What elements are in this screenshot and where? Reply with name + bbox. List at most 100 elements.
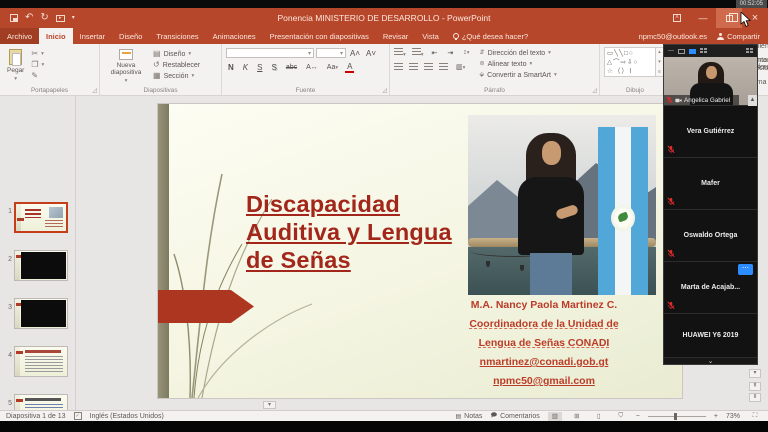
account-email[interactable]: npmc50@outlook.es [639,32,708,41]
speaker-view-icon[interactable] [678,49,685,54]
grow-font-icon[interactable]: A˄ [348,49,362,58]
format-painter-icon[interactable]: ✎ [31,71,38,81]
section-button[interactable]: ▦Sección▾ [153,71,200,81]
fit-to-window-button[interactable]: ⛶ [748,412,762,421]
indent-button[interactable]: ⇥ [445,49,455,57]
participant-tile[interactable]: Mafer [664,157,757,209]
paragraph-dialog-launcher[interactable]: ◿ [592,87,597,94]
slides-group-label: Diapositivas [100,87,221,94]
smartart-button[interactable]: ⬙Convertir a SmartArt▾ [480,70,557,80]
new-slide-button[interactable]: Nueva diapositiva ▾ [104,47,148,86]
char-spacing-button[interactable]: A↔ [304,64,320,71]
font-size-combo[interactable]: ▾ [316,48,346,58]
minimize-button[interactable]: — [690,8,716,28]
email-link-1[interactable]: nmartinez@conadi.gob.gt [420,353,668,372]
align-center-button[interactable] [409,63,418,71]
pane-collapse-button[interactable]: ▾ [263,401,276,409]
accessibility-checker-icon[interactable]: ✓ [74,412,82,420]
slide-thumbnail-1[interactable] [14,202,68,233]
tab-insertar[interactable]: Insertar [73,28,112,44]
outdent-button[interactable]: ⇤ [430,49,440,57]
design-button[interactable]: ▤Diseño▾ [153,49,200,59]
slide-photo[interactable] [468,115,656,295]
tab-revisar[interactable]: Revisar [376,28,415,44]
participant-tile[interactable]: HUAWEI Y6 2019 [664,313,757,357]
strikethrough-button[interactable]: abc [284,64,299,71]
font-color-button[interactable]: A [345,62,354,73]
woman-body [518,177,584,255]
camera-icon [675,97,682,104]
align-right-button[interactable] [424,63,433,71]
zoom-level[interactable]: 73% [726,413,740,420]
next-slide-button[interactable]: ⇟ [749,393,761,402]
language-indicator[interactable]: Inglés (Estados Unidos) [90,413,164,420]
zoom-slider[interactable] [648,416,706,417]
email-link-2[interactable]: npmc50@gmail.com [420,372,668,391]
slide-thumbnail-2[interactable] [14,250,68,281]
tab-inicio[interactable]: Inicio [39,28,73,44]
restore-button[interactable] [716,8,742,28]
reset-button[interactable]: ↺Restablecer [153,60,200,70]
cut-icon[interactable]: ✂ [31,49,38,59]
ribbon-display-options-button[interactable]: ˄ [664,8,690,28]
notes-button[interactable]: ▤Notas [455,413,482,420]
zoom-out-button[interactable]: − [636,413,640,420]
line-spacing-button[interactable]: ↕▾ [461,49,471,56]
shapes-gallery[interactable]: ▭╲╲□○△⌒⇨⇩○☆（）⌇ [604,47,656,77]
tab-animaciones[interactable]: Animaciones [206,28,263,44]
tell-me-box[interactable]: ¿Qué desea hacer? [446,28,535,44]
paste-button[interactable]: Pegar ▾ [4,47,27,84]
font-name-combo[interactable]: ▾ [226,48,314,58]
font-dialog-launcher[interactable]: ◿ [382,87,387,94]
align-left-button[interactable] [394,63,403,71]
panel-scroll-up-button[interactable]: ▲ [748,95,757,106]
zoom-in-button[interactable]: + [714,413,718,420]
meeting-panel-toolbar: — [664,45,757,57]
align-text-button[interactable]: ⊜Alinear texto▾ [480,59,557,69]
fullscreen-icon[interactable] [746,48,753,54]
slide-canvas[interactable]: Discapacidad Auditiva y Lengua de Señas [158,104,682,398]
bold-button[interactable]: N [226,63,236,72]
zoom-slider-thumb[interactable] [674,413,677,420]
share-label: Compartir [727,32,760,41]
change-case-button[interactable]: Aa▾ [325,64,340,71]
participant-tile[interactable]: Oswaldo Ortega [664,209,757,261]
contact-text-block[interactable]: M.A. Nancy Paola Martinez C. Coordinador… [420,296,668,391]
tab-transiciones[interactable]: Transiciones [149,28,205,44]
tab-vista[interactable]: Vista [415,28,446,44]
presenter-role-1: Coordinadora de la Unidad de [420,315,668,334]
justify-button[interactable] [439,63,448,71]
panel-minimize-icon[interactable]: — [668,48,674,54]
bullets-button[interactable]: ▾ [394,48,406,58]
slide-thumbnail-4[interactable] [14,346,68,377]
participant-name-label: Angelica Gabriel [664,95,739,105]
tab-diseno[interactable]: Diseño [112,28,149,44]
slide-thumbnail-panel: 1 2 3 4 5 6 7 [0,96,76,410]
slideshow-view-button[interactable]: ⛉ [614,412,628,421]
tab-presentacion[interactable]: Presentación con diapositivas [263,28,376,44]
copy-icon[interactable]: ❐ [31,60,38,70]
italic-button[interactable]: K [241,63,250,72]
participant-tile[interactable]: Vera Gutiérrez [664,105,757,157]
reading-view-button[interactable]: ▯ [592,412,606,421]
panel-collapse-chevron[interactable]: ⌄ [664,357,757,365]
participant-tile-video[interactable]: Angelica Gabriel [664,57,757,105]
scroll-down-button[interactable]: ▾ [749,369,761,378]
normal-view-button[interactable]: ▥ [548,412,562,421]
share-button[interactable]: Compartir [717,32,760,41]
more-options-button[interactable]: ⋯ [738,264,753,275]
columns-button[interactable]: ▥▾ [454,63,467,71]
numbering-button[interactable]: ▾ [412,48,424,58]
previous-slide-button[interactable]: ⇞ [749,382,761,391]
shrink-font-icon[interactable]: A˅ [364,49,378,58]
slide-thumbnail-3[interactable] [14,298,68,329]
tab-archivo[interactable]: Archivo [0,28,39,44]
clipboard-dialog-launcher[interactable]: ◿ [92,87,97,94]
underline-button[interactable]: S [255,63,264,72]
grid-view-icon[interactable] [700,48,707,54]
text-direction-button[interactable]: ⇵Dirección del texto▾ [480,48,557,58]
comments-button[interactable]: 🗩Comentarios [490,411,539,421]
slide-sorter-view-button[interactable]: ⊞ [570,412,584,421]
text-shadow-button[interactable]: S [269,63,278,72]
gallery-view-icon[interactable] [689,49,696,54]
